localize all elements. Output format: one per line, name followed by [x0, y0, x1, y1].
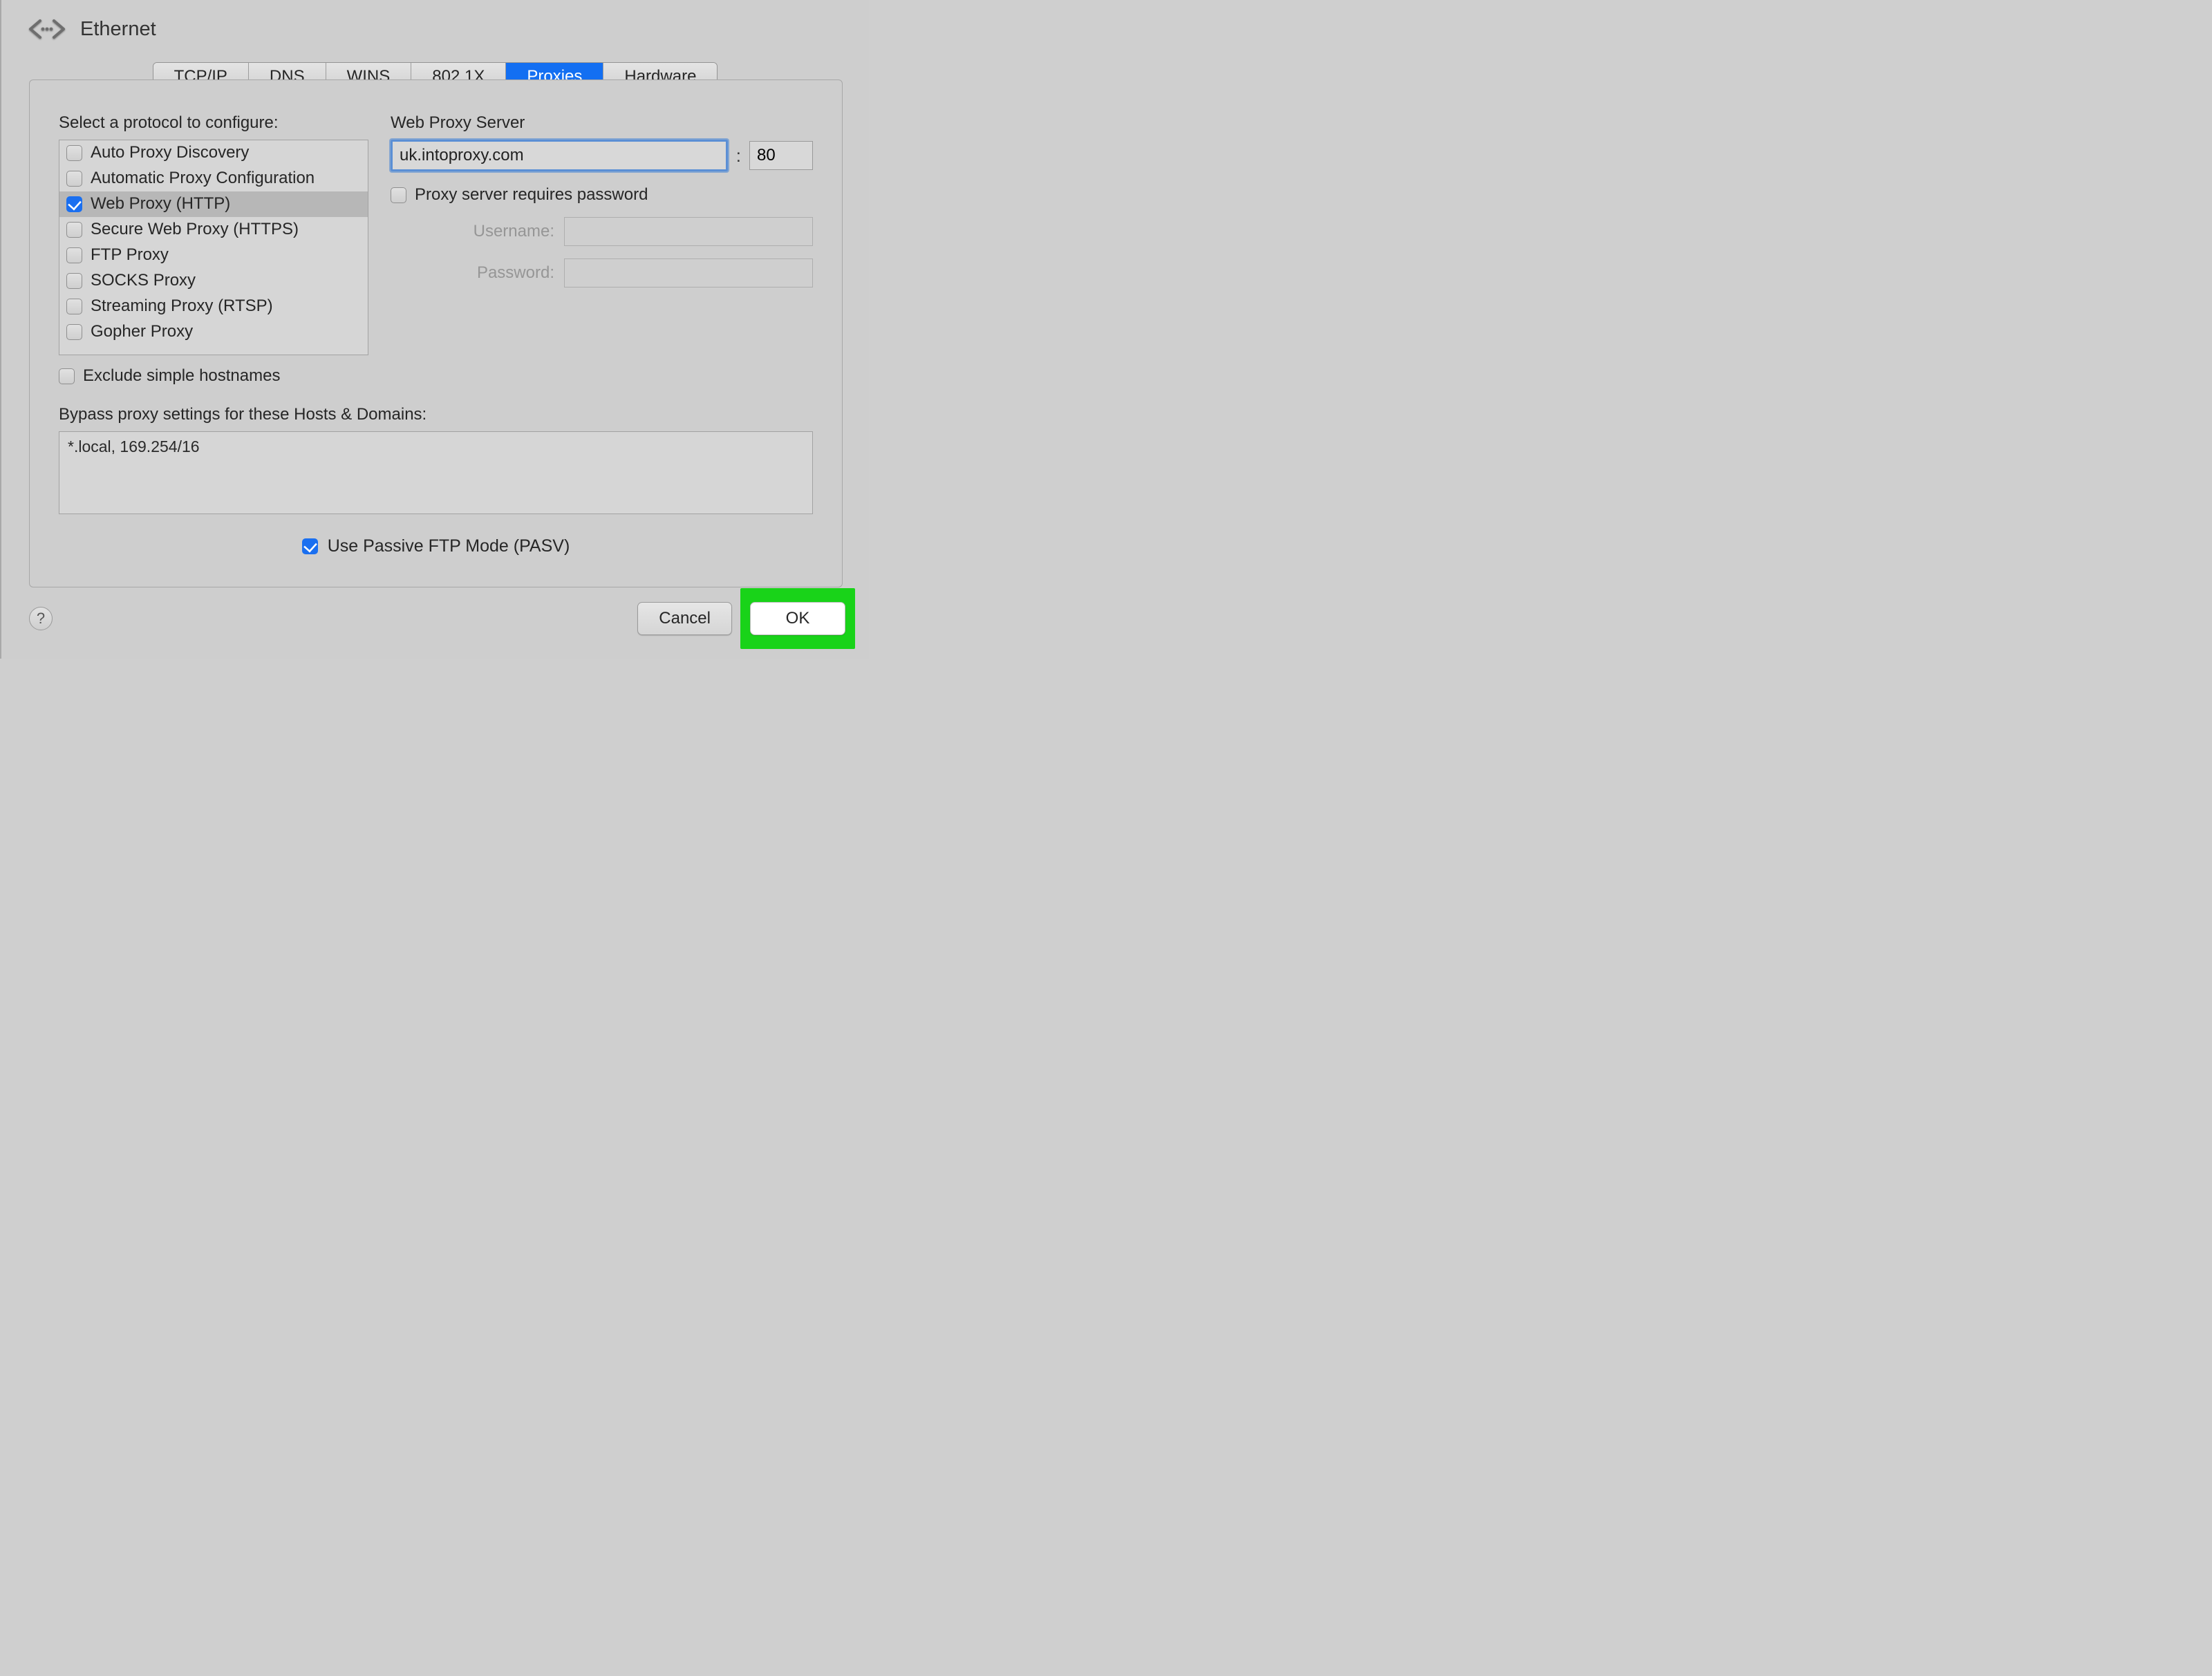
cancel-button[interactable]: Cancel [637, 602, 732, 635]
checkbox[interactable] [66, 247, 82, 263]
checkbox[interactable] [66, 299, 82, 314]
ok-button[interactable]: OK [750, 602, 845, 635]
sheet-header: Ethernet [1, 0, 869, 47]
checkbox[interactable] [66, 145, 82, 161]
protocol-label: Automatic Proxy Configuration [91, 169, 315, 188]
password-input[interactable] [564, 258, 813, 288]
exclude-simple-hostnames-checkbox[interactable] [59, 368, 75, 384]
protocol-label: FTP Proxy [91, 245, 169, 265]
protocol-list[interactable]: Auto Proxy Discovery Automatic Proxy Con… [59, 140, 368, 355]
protocol-label: Streaming Proxy (RTSP) [91, 296, 273, 316]
protocol-row-web-proxy-https[interactable]: Secure Web Proxy (HTTPS) [59, 217, 368, 243]
proxies-panel: Select a protocol to configure: Auto Pro… [29, 79, 843, 587]
exclude-simple-hostnames-label: Exclude simple hostnames [83, 366, 280, 386]
network-advanced-window: Ethernet TCP/IP DNS WINS 802.1X Proxies … [0, 0, 869, 659]
checkbox[interactable] [66, 222, 82, 238]
ok-highlight: OK [740, 588, 855, 649]
protocol-row-ftp-proxy[interactable]: FTP Proxy [59, 243, 368, 268]
exclude-simple-hostnames-row[interactable]: Exclude simple hostnames [59, 366, 813, 386]
checkbox[interactable] [66, 196, 82, 212]
protocol-label: Auto Proxy Discovery [91, 143, 249, 162]
protocol-row-auto-config[interactable]: Automatic Proxy Configuration [59, 166, 368, 191]
username-label: Username: [474, 222, 554, 241]
requires-password-checkbox[interactable] [391, 187, 406, 203]
protocol-row-web-proxy-http[interactable]: Web Proxy (HTTP) [59, 191, 368, 217]
requires-password-label: Proxy server requires password [415, 185, 648, 205]
checkbox[interactable] [66, 324, 82, 340]
page-title: Ethernet [80, 18, 156, 41]
password-label: Password: [477, 263, 554, 283]
proxy-port-input[interactable] [749, 141, 813, 170]
bypass-hosts-textarea[interactable] [59, 431, 813, 514]
ethernet-icon [28, 15, 66, 43]
passive-ftp-row[interactable]: Use Passive FTP Mode (PASV) [59, 536, 813, 556]
passive-ftp-label: Use Passive FTP Mode (PASV) [328, 536, 570, 556]
protocol-label: Web Proxy (HTTP) [91, 194, 230, 214]
proxy-host-input[interactable] [391, 140, 728, 171]
protocol-label: Secure Web Proxy (HTTPS) [91, 220, 299, 239]
protocol-row-auto-discovery[interactable]: Auto Proxy Discovery [59, 140, 368, 166]
web-proxy-server-label: Web Proxy Server [391, 113, 813, 133]
checkbox[interactable] [66, 273, 82, 289]
protocol-row-socks-proxy[interactable]: SOCKS Proxy [59, 268, 368, 294]
checkbox[interactable] [66, 171, 82, 187]
help-button[interactable]: ? [29, 607, 53, 630]
username-input[interactable] [564, 217, 813, 246]
protocols-column: Select a protocol to configure: Auto Pro… [59, 113, 368, 355]
protocol-row-streaming-proxy-rtsp[interactable]: Streaming Proxy (RTSP) [59, 294, 368, 319]
protocol-row-gopher-proxy[interactable]: Gopher Proxy [59, 319, 368, 345]
bypass-label: Bypass proxy settings for these Hosts & … [59, 405, 813, 424]
protocol-label: Gopher Proxy [91, 322, 193, 341]
server-column: Web Proxy Server : Proxy server requires… [391, 113, 813, 355]
sheet-footer: ? Cancel OK [1, 588, 869, 649]
requires-password-row[interactable]: Proxy server requires password [391, 185, 813, 205]
passive-ftp-checkbox[interactable] [302, 538, 318, 554]
host-port-separator: : [735, 145, 742, 167]
select-protocol-label: Select a protocol to configure: [59, 113, 368, 133]
protocol-label: SOCKS Proxy [91, 271, 196, 290]
